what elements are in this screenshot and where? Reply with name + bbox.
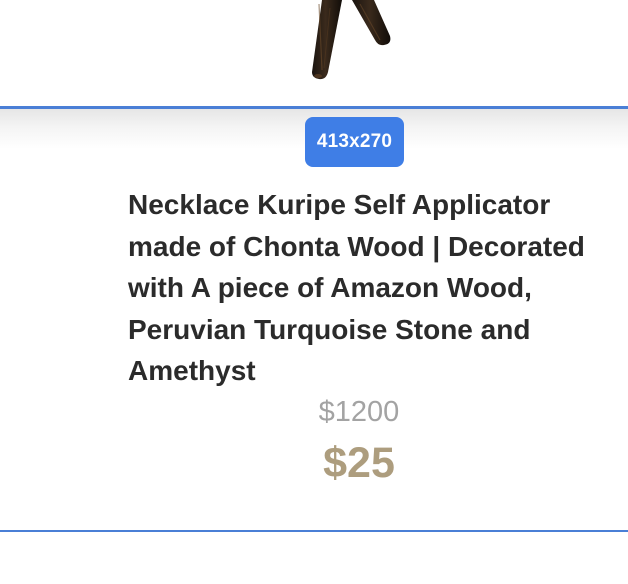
product-image-area[interactable]	[0, 0, 628, 106]
product-title[interactable]: Necklace Kuripe Self Applicator made of …	[128, 184, 598, 392]
card-divider-bottom	[0, 530, 628, 532]
image-size-badge: 413x270	[305, 117, 404, 167]
product-image[interactable]	[300, 0, 400, 84]
sale-price: $25	[323, 439, 395, 487]
original-price: $1200	[318, 396, 400, 428]
